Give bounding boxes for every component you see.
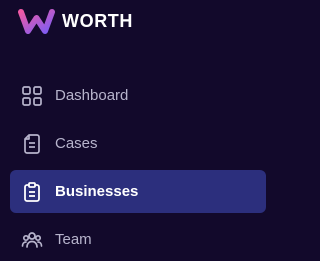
document-icon <box>21 133 43 155</box>
sidebar-item-label: Team <box>55 230 92 248</box>
sidebar-item-cases[interactable]: Cases <box>10 122 266 165</box>
grid-icon <box>21 85 43 107</box>
brand-name: WORTH <box>62 11 133 31</box>
sidebar-item-label: Dashboard <box>55 86 129 104</box>
worth-logo-icon <box>18 9 55 34</box>
brand[interactable]: WORTH <box>18 7 133 35</box>
sidebar-item-dashboard[interactable]: Dashboard <box>10 74 266 117</box>
sidebar-item-label: Cases <box>55 134 98 152</box>
sidebar-item-label: Businesses <box>55 182 139 200</box>
sidebar-item-businesses[interactable]: Businesses <box>10 170 266 213</box>
sidebar-item-team[interactable]: Team <box>10 218 266 261</box>
users-icon <box>21 229 43 251</box>
clipboard-icon <box>21 181 43 203</box>
